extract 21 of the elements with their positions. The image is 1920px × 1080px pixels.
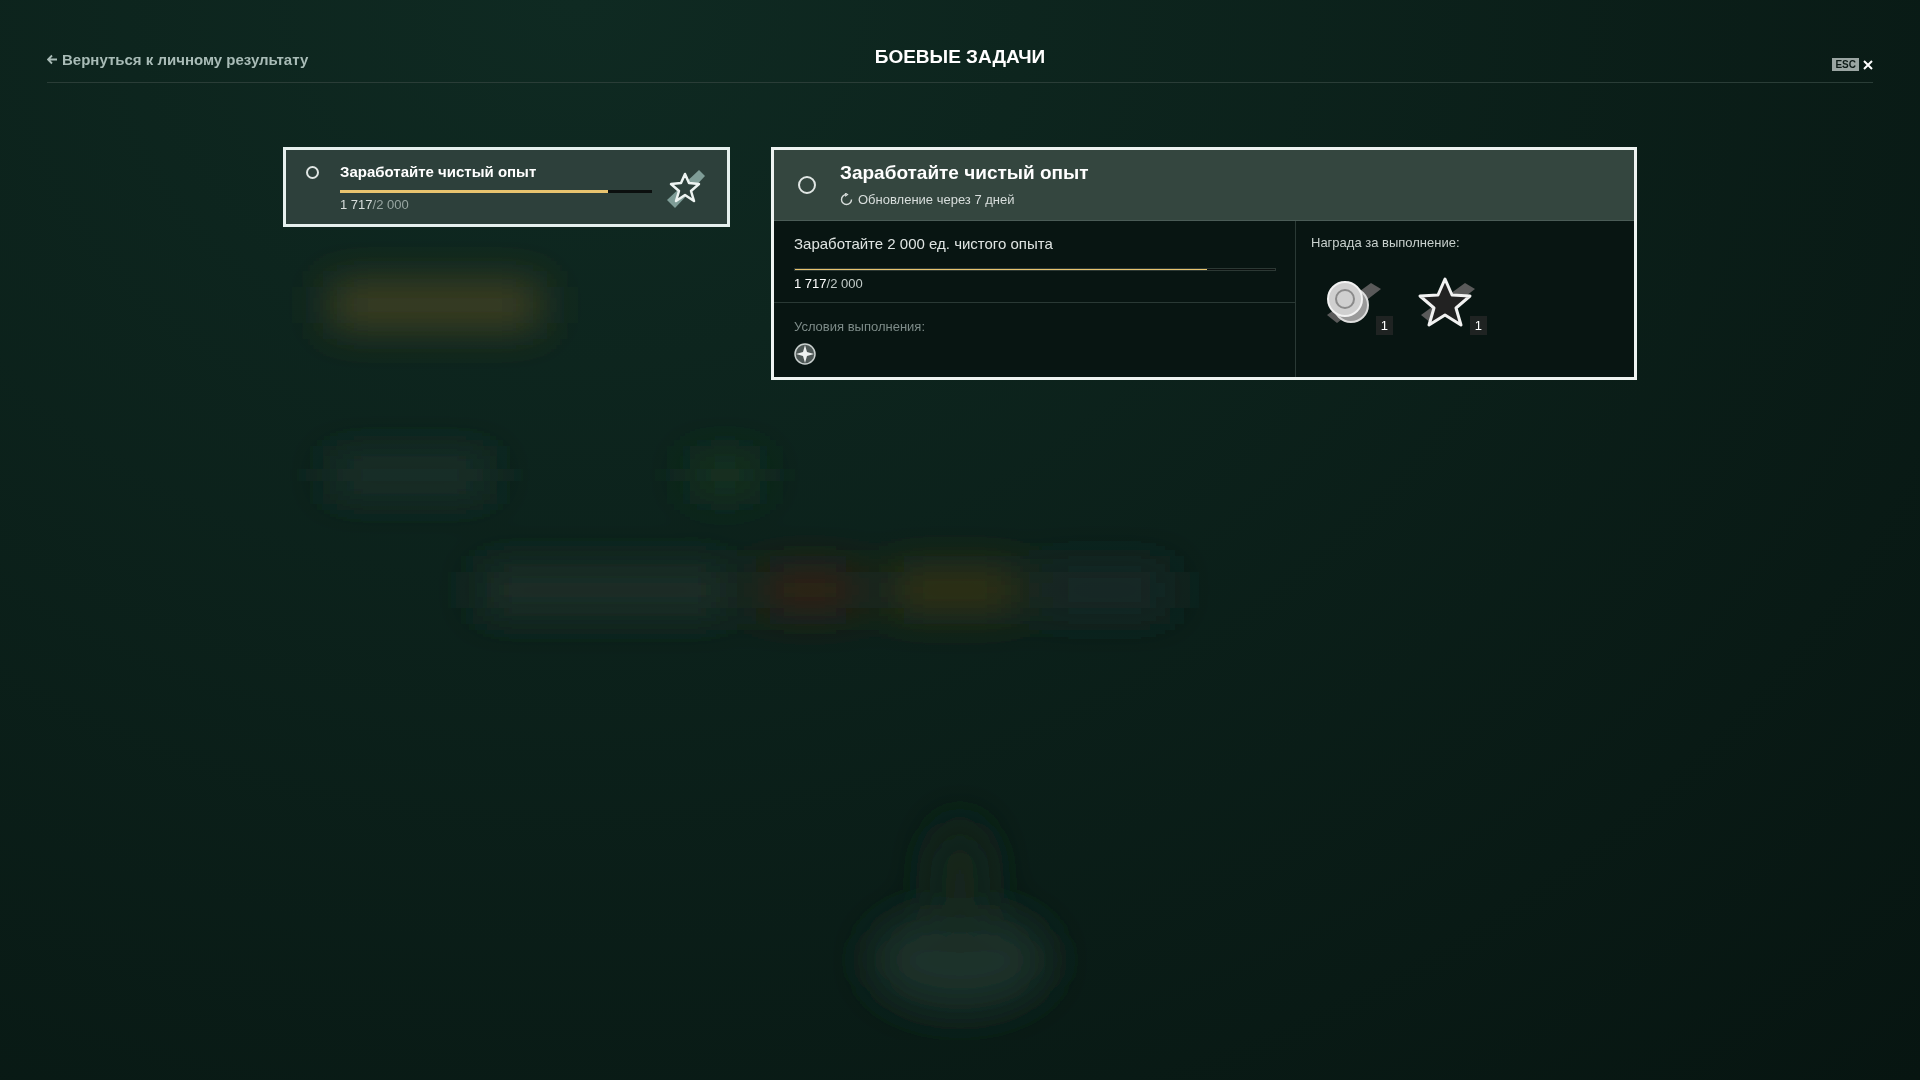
detail-title: Заработайте чистый опыт [840, 161, 1089, 185]
progress-value: 1 717 [340, 196, 373, 214]
progress-total: /2 000 [372, 196, 409, 214]
progress-value: 1 717 [794, 274, 827, 293]
arrow-left-icon [47, 54, 58, 66]
esc-key: ESC [1832, 58, 1859, 71]
page-title: БОЕВЫЕ ЗАДАЧИ [874, 44, 1046, 69]
refresh-text: Обновление через 7 дней [858, 191, 1015, 209]
back-link[interactable]: Вернуться к личному результату [47, 48, 367, 71]
reward-label: Награда за выполнение: [1311, 234, 1461, 252]
conditions-label: Условия выполнения: [794, 318, 926, 336]
reward-count: 1 [1469, 315, 1487, 335]
task-title: Заработайте чистый опыт [340, 162, 538, 182]
refresh-icon [840, 193, 853, 207]
compass-icon [794, 342, 816, 365]
objective-text: Заработайте 2 000 ед. чистого опыта [794, 234, 1054, 254]
close-icon [1863, 59, 1873, 70]
progress-total: /2 000 [826, 274, 863, 293]
close-button[interactable]: ESC [1553, 58, 1873, 71]
reward-count: 1 [1375, 315, 1393, 335]
task-card[interactable]: Заработайте чистый опыт 1 717/2 000 [283, 147, 730, 227]
